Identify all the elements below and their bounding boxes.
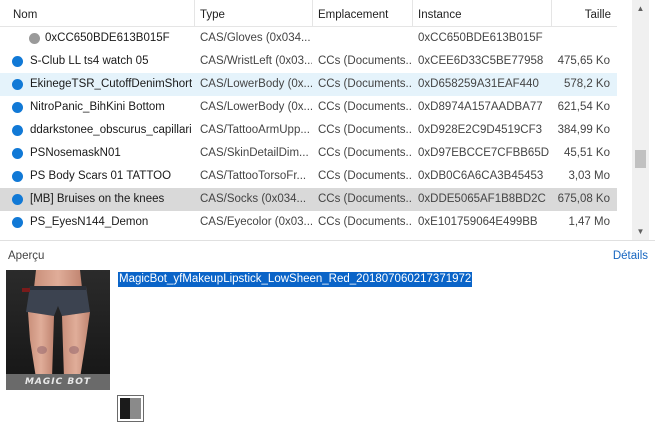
thumbnail-image <box>6 270 110 390</box>
column-header-taille[interactable]: Taille <box>552 0 617 27</box>
item-emplacement <box>318 27 412 50</box>
status-dot-icon <box>12 217 23 228</box>
thumbnail-watermark: MAGIC BOT <box>24 377 92 387</box>
item-emplacement: CCs (Documents... <box>318 216 412 228</box>
item-list[interactable]: Nom Type Emplacement Instance Taille 0xC… <box>0 0 655 240</box>
preview-filename[interactable]: MagicBot_yfMakeupLipstick_LowSheen_Red_2… <box>118 272 473 287</box>
item-nom: PS Body Scars 01 TATTOO <box>30 170 172 182</box>
item-taille: 578,2 Ko <box>563 78 610 90</box>
item-instance: 0xCC650BDE613B015F <box>418 32 543 44</box>
item-type: CAS/Socks (0x034... <box>200 193 307 205</box>
preview-thumbnail: MAGIC BOT <box>6 270 110 390</box>
column-header-row: Nom Type Emplacement Instance Taille <box>0 0 617 27</box>
item-type: CAS/TattooArmUpp... <box>200 124 310 136</box>
item-nom: 0xCC650BDE613B015F <box>45 32 170 44</box>
status-dot-icon <box>12 125 23 136</box>
chevron-down-icon[interactable]: ▼ <box>632 223 649 240</box>
item-emplacement: CCs (Documents... <box>318 101 412 113</box>
item-emplacement: CCs (Documents... <box>318 124 412 136</box>
swatch-light <box>130 398 141 419</box>
item-nom: EkinegeTSR_CutoffDenimShort... <box>30 78 192 90</box>
list-item[interactable]: NitroPanic_BihKini Bottom CAS/LowerBody … <box>0 96 617 119</box>
item-taille: 475,65 Ko <box>557 55 610 67</box>
preview-label: Aperçu <box>8 250 45 262</box>
item-nom: ddarkstonee_obscurus_capillaries <box>30 124 192 136</box>
list-item[interactable]: [MB] Bruises on the knees CAS/Socks (0x0… <box>0 188 617 211</box>
status-dot-icon <box>12 56 23 67</box>
chevron-up-icon[interactable]: ▲ <box>632 0 649 17</box>
column-header-instance[interactable]: Instance <box>413 0 552 27</box>
list-item[interactable]: PSNosemaskN01 CAS/SkinDetailDim... CCs (… <box>0 142 617 165</box>
item-emplacement: CCs (Documents... <box>318 147 412 159</box>
item-nom: [MB] Bruises on the knees <box>30 193 165 205</box>
pane-divider <box>0 240 655 241</box>
list-item[interactable]: S-Club LL ts4 watch 05 CAS/WristLeft (0x… <box>0 50 617 73</box>
status-dot-icon <box>12 79 23 90</box>
item-taille: 45,51 Ko <box>563 147 610 159</box>
item-emplacement: CCs (Documents... <box>318 55 412 67</box>
item-nom: PS_EyesN144_Demon <box>30 216 149 228</box>
status-dot-icon <box>12 194 23 205</box>
list-item[interactable]: PS_EyesN144_Demon CAS/Eyecolor (0x03... … <box>0 211 617 234</box>
status-dot-icon <box>12 171 23 182</box>
item-taille: 1,47 Mo <box>568 216 610 228</box>
status-dot-icon <box>12 148 23 159</box>
item-instance: 0xD97EBCCE7CFBB65D <box>418 147 550 159</box>
item-type: CAS/Gloves (0x034... <box>200 32 311 44</box>
scrollbar-thumb[interactable] <box>635 150 646 168</box>
item-instance: 0xD658259A31EAF440 <box>418 78 539 90</box>
list-item[interactable]: PS Body Scars 01 TATTOO CAS/TattooTorsoF… <box>0 165 617 188</box>
column-header-type[interactable]: Type <box>195 0 313 27</box>
list-item[interactable]: EkinegeTSR_CutoffDenimShort... CAS/Lower… <box>0 73 617 96</box>
item-type: CAS/Eyecolor (0x03... <box>200 216 312 228</box>
item-type: CAS/LowerBody (0x... <box>200 101 312 113</box>
item-taille: 3,03 Mo <box>568 170 610 182</box>
item-emplacement: CCs (Documents... <box>318 170 412 182</box>
item-type: CAS/WristLeft (0x03... <box>200 55 312 67</box>
item-nom: S-Club LL ts4 watch 05 <box>30 55 149 67</box>
list-item[interactable]: ddarkstonee_obscurus_capillaries CAS/Tat… <box>0 119 617 142</box>
column-header-nom[interactable]: Nom <box>8 0 195 27</box>
item-taille: 675,08 Ko <box>557 193 610 205</box>
item-taille: 621,54 Ko <box>557 101 610 113</box>
item-type: CAS/LowerBody (0x... <box>200 78 312 90</box>
item-instance: 0xD928E2C9D4519CF3 <box>418 124 543 136</box>
item-taille: 384,99 Ko <box>557 124 610 136</box>
item-instance: 0xD8974A157AADBA77 <box>418 101 543 113</box>
item-taille <box>552 27 610 50</box>
status-dot-icon <box>29 33 40 44</box>
swatch-dark <box>120 398 130 419</box>
item-instance: 0xCEE6D33C5BE77958 <box>418 55 544 67</box>
item-instance: 0xDDE5065AF1B8BD2C <box>418 193 546 205</box>
item-nom: PSNosemaskN01 <box>30 147 121 159</box>
item-instance: 0xDB0C6A6CA3B45453 <box>418 170 544 182</box>
item-emplacement: CCs (Documents... <box>318 193 412 205</box>
details-link[interactable]: Détails <box>613 250 648 262</box>
item-type: CAS/TattooTorsoFr... <box>200 170 307 182</box>
item-emplacement: CCs (Documents... <box>318 78 412 90</box>
vertical-scrollbar[interactable]: ▲ ▼ <box>632 0 649 240</box>
item-instance: 0xE101759064E499BB <box>418 216 538 228</box>
item-type: CAS/SkinDetailDim... <box>200 147 309 159</box>
color-swatch[interactable] <box>117 395 144 422</box>
status-dot-icon <box>12 102 23 113</box>
column-header-emplacement[interactable]: Emplacement <box>313 0 413 27</box>
list-item[interactable]: 0xCC650BDE613B015F CAS/Gloves (0x034... … <box>0 27 617 50</box>
item-nom: NitroPanic_BihKini Bottom <box>30 101 165 113</box>
